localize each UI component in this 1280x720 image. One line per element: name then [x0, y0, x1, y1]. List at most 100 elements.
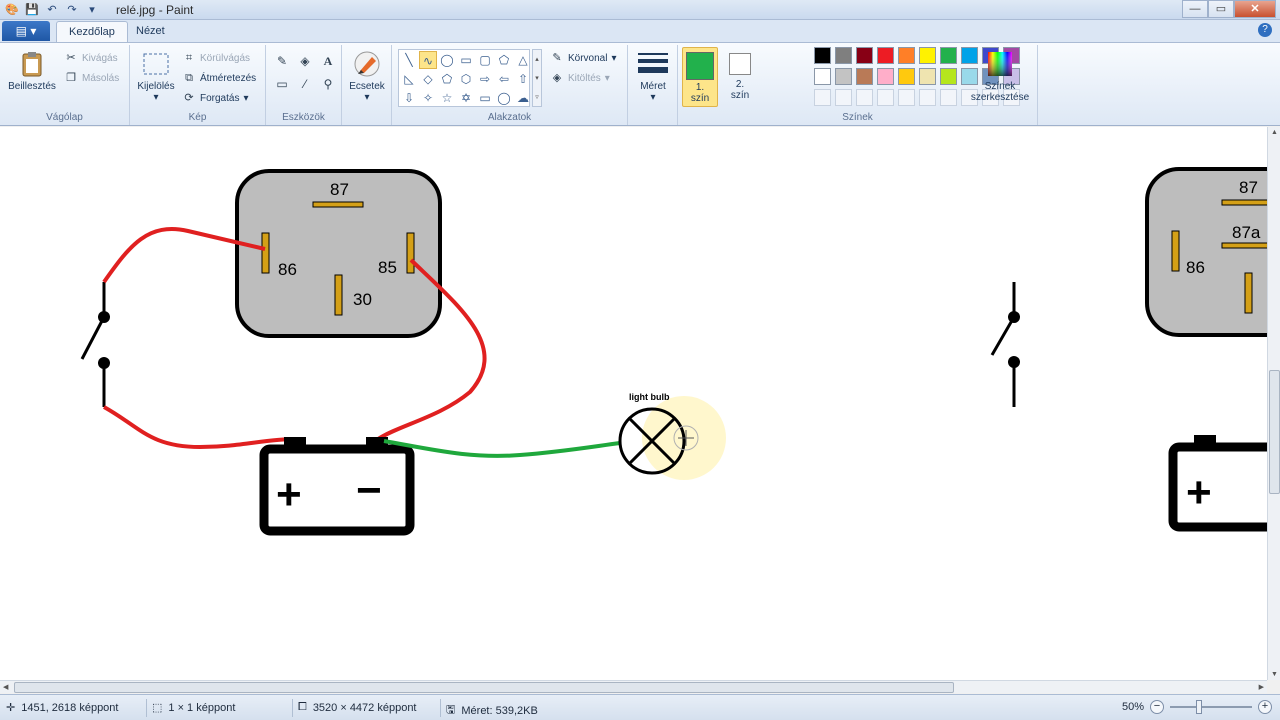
scroll-up-icon[interactable]: ▲ [1271, 129, 1278, 136]
drawing-canvas[interactable]: 87 86 85 30 + − light bulb 87 87a 86 + [0, 127, 1267, 680]
relay-pin-87a-right [1221, 242, 1267, 249]
callout-cloud-shape-icon[interactable]: ☁ [514, 89, 532, 107]
redo-icon[interactable]: ↷ [64, 2, 80, 18]
vertical-scroll-thumb[interactable] [1269, 370, 1280, 494]
help-icon[interactable]: ? [1258, 23, 1272, 37]
right-arrow-shape-icon[interactable]: ⇨ [476, 70, 494, 88]
color-swatch[interactable] [940, 68, 957, 85]
color2-button[interactable]: 2. szín [724, 47, 756, 107]
cut-button[interactable]: ✂ Kivágás [64, 51, 117, 65]
pentagon-shape-icon[interactable]: ⬠ [438, 70, 456, 88]
color-swatch[interactable] [856, 68, 873, 85]
color-swatch[interactable] [919, 47, 936, 64]
brushes-button[interactable]: Ecsetek ▾ [346, 49, 388, 103]
color-swatch[interactable] [919, 68, 936, 85]
color-swatch[interactable] [835, 68, 852, 85]
shapes-scrollbar[interactable]: ▴ ▾ ▿ [532, 49, 542, 107]
text-tool-icon[interactable]: A [318, 51, 338, 71]
diamond-shape-icon[interactable]: ◇ [419, 70, 437, 88]
zoom-slider[interactable] [1170, 700, 1252, 714]
custom-color-slot[interactable] [877, 89, 894, 106]
color-swatch[interactable] [940, 47, 957, 64]
group-label-shapes: Alakzatok [487, 112, 532, 123]
fill-bucket-icon[interactable]: ◈ [295, 51, 315, 71]
minimize-button[interactable]: — [1182, 0, 1208, 18]
tab-view[interactable]: Nézet [124, 21, 177, 42]
left-arrow-shape-icon[interactable]: ⇦ [495, 70, 513, 88]
custom-color-slot[interactable] [940, 89, 957, 106]
custom-color-slot[interactable] [856, 89, 873, 106]
color-swatch[interactable] [835, 47, 852, 64]
status-bar: ✛ 1451, 2618 képpont ⬚ 1 × 1 képpont ⧠ 3… [0, 694, 1280, 720]
custom-color-slot[interactable] [919, 89, 936, 106]
resize-button[interactable]: ⧉ Átméretezés [182, 71, 256, 85]
selection-icon [141, 49, 171, 79]
five-point-star-shape-icon[interactable]: ☆ [438, 89, 456, 107]
scroll-right-icon[interactable]: ▶ [1259, 683, 1264, 691]
hexagon-shape-icon[interactable]: ⬡ [457, 70, 475, 88]
curve-shape-icon[interactable]: ∿ [419, 51, 437, 69]
undo-icon[interactable]: ↶ [44, 2, 60, 18]
size-button[interactable]: Méret ▾ [632, 49, 674, 103]
shapes-gallery: ╲ ∿ ◯ ▭ ▢ ⬠ △ ◺ ◇ ⬠ ⬡ ⇨ ⇦ ⇧ ⇩ ✧ ☆ ✡ ▭ ◯ … [398, 49, 530, 107]
down-arrow-shape-icon[interactable]: ⇩ [400, 89, 418, 107]
zoom-in-button[interactable]: + [1258, 700, 1272, 714]
custom-color-slot[interactable] [835, 89, 852, 106]
color-swatch[interactable] [877, 68, 894, 85]
magnifier-icon[interactable]: ⚲ [318, 74, 338, 94]
crop-button[interactable]: ⌗ Körülvágás [182, 51, 250, 65]
four-point-star-shape-icon[interactable]: ✧ [419, 89, 437, 107]
paste-button[interactable]: Beillesztés [6, 49, 58, 92]
app-menu-button[interactable]: ▤ ▾ [2, 21, 50, 41]
horizontal-scroll-thumb[interactable] [14, 682, 954, 693]
up-arrow-shape-icon[interactable]: ⇧ [514, 70, 532, 88]
zoom-out-button[interactable]: − [1150, 700, 1164, 714]
six-point-star-shape-icon[interactable]: ✡ [457, 89, 475, 107]
color-swatch[interactable] [898, 68, 915, 85]
eraser-icon[interactable]: ▭ [272, 74, 292, 94]
color-swatch[interactable] [814, 68, 831, 85]
color-swatch[interactable] [877, 47, 894, 64]
paint-app-icon[interactable]: 🎨 [4, 2, 20, 18]
color-swatch[interactable] [898, 47, 915, 64]
vertical-scrollbar[interactable]: ▲ ▼ [1267, 127, 1280, 680]
fill-button[interactable]: ◈ Kitöltés ▾ [550, 71, 610, 85]
chevron-down-icon: ▾ [243, 92, 249, 104]
custom-color-slot[interactable] [898, 89, 915, 106]
customize-icon[interactable]: ▾ [84, 2, 100, 18]
outline-button[interactable]: ✎ Körvonal ▾ [550, 51, 616, 65]
rounded-rectangle-shape-icon[interactable]: ▢ [476, 51, 494, 69]
tab-home[interactable]: Kezdőlap [56, 21, 128, 42]
rotate-button[interactable]: ⟳ Forgatás ▾ [182, 91, 249, 105]
window-title: relé.jpg - Paint [116, 3, 194, 17]
file-size-text: Méret: 539,2KB [461, 704, 538, 717]
zoom-slider-thumb[interactable] [1196, 700, 1202, 714]
callout-rect-shape-icon[interactable]: ▭ [476, 89, 494, 107]
scroll-down-icon[interactable]: ▼ [1271, 671, 1278, 678]
color1-button[interactable]: 1. szín [682, 47, 718, 107]
rectangle-shape-icon[interactable]: ▭ [457, 51, 475, 69]
scroll-left-icon[interactable]: ◀ [3, 683, 8, 691]
select-button[interactable]: Kijelölés ▾ [134, 49, 178, 103]
custom-color-slot[interactable] [814, 89, 831, 106]
color-swatch[interactable] [814, 47, 831, 64]
maximize-button[interactable]: ▭ [1208, 0, 1234, 18]
pencil-icon[interactable]: ✎ [272, 51, 292, 71]
polygon-shape-icon[interactable]: ⬠ [495, 51, 513, 69]
edit-colors-button[interactable]: Színek szerkesztése [968, 49, 1032, 103]
callout-oval-shape-icon[interactable]: ◯ [495, 89, 513, 107]
color-picker-icon[interactable]: ⁄ [295, 74, 315, 94]
oval-shape-icon[interactable]: ◯ [438, 51, 456, 69]
color-swatch[interactable] [856, 47, 873, 64]
rotate-label: Forgatás [200, 92, 240, 104]
fill-bucket-icon: ◈ [552, 72, 562, 84]
relay-label-86-left: 86 [278, 260, 297, 279]
close-button[interactable]: ✕ [1234, 0, 1276, 18]
horizontal-scrollbar[interactable]: ◀ ▶ [0, 680, 1267, 693]
save-icon[interactable]: 💾 [24, 2, 40, 18]
right-triangle-shape-icon[interactable]: ◺ [400, 70, 418, 88]
line-shape-icon[interactable]: ╲ [400, 51, 418, 69]
triangle-shape-icon[interactable]: △ [514, 51, 532, 69]
copy-button[interactable]: ❐ Másolás [64, 71, 119, 85]
disk-icon: 🖫 [446, 704, 456, 716]
